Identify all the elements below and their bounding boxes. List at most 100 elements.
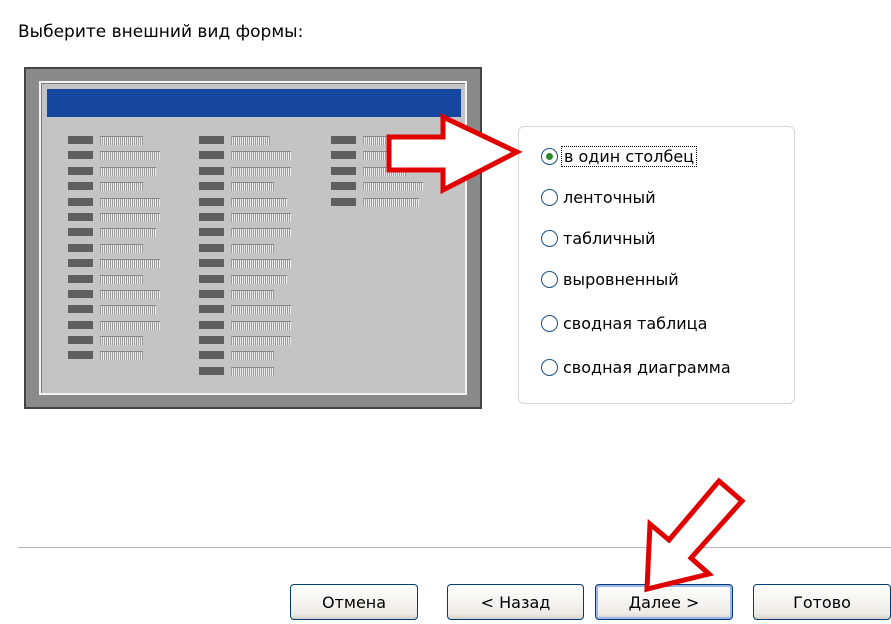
option-justified-label: выровненный — [563, 269, 679, 289]
preview-field-box — [363, 197, 419, 207]
preview-field-box — [100, 228, 156, 238]
option-pivot-chart-label: сводная диаграмма — [563, 357, 731, 377]
preview-field-label — [68, 351, 93, 360]
back-button[interactable]: < Назад — [447, 584, 584, 620]
preview-form-header — [47, 89, 461, 117]
preview-field-label — [199, 151, 224, 160]
preview-field-box — [363, 136, 402, 145]
preview-field-box — [100, 182, 143, 192]
option-datasheet[interactable]: табличный — [541, 226, 658, 250]
preview-field-label — [199, 305, 224, 314]
finish-button[interactable]: Готово — [753, 584, 891, 620]
layout-prompt-label: Выберите внешний вид формы: — [18, 22, 304, 42]
preview-field-box — [231, 336, 291, 346]
preview-field-box — [231, 305, 291, 315]
preview-field-label — [331, 182, 356, 191]
preview-field-label — [199, 259, 224, 268]
preview-field-label — [68, 320, 93, 329]
preview-field-label — [199, 243, 224, 252]
option-columnar-label: в один столбец — [561, 145, 698, 167]
preview-field-box — [100, 136, 143, 145]
preview-field-label — [199, 351, 224, 360]
preview-field-box — [231, 366, 274, 376]
preview-field-box — [100, 289, 160, 299]
preview-field-box — [231, 136, 270, 145]
layout-options-group: в один столбец ленточный табличный выров… — [518, 126, 795, 404]
form-layout-preview — [24, 67, 482, 409]
pointer-arrow-down-left-icon — [644, 477, 746, 593]
preview-field-label — [68, 243, 93, 252]
option-tabular-strip-label: ленточный — [563, 187, 656, 207]
preview-field-label — [331, 151, 356, 160]
preview-field-box — [231, 274, 287, 284]
cancel-button[interactable]: Отмена — [290, 584, 418, 620]
next-button[interactable]: Далее > — [595, 584, 733, 620]
preview-field-label — [199, 320, 224, 329]
preview-field-box — [100, 259, 160, 269]
option-pivot-chart[interactable]: сводная диаграмма — [541, 355, 733, 379]
preview-field-box — [231, 289, 274, 299]
preview-field-label — [199, 212, 224, 221]
preview-field-label — [331, 166, 356, 175]
preview-field-label — [199, 336, 224, 345]
preview-field-label — [68, 151, 93, 160]
preview-field-label — [199, 228, 224, 237]
radio-pivot-chart[interactable] — [541, 358, 558, 376]
preview-field-box — [231, 351, 274, 361]
preview-field-box — [100, 351, 143, 361]
preview-field-box — [100, 274, 143, 284]
preview-field-label — [68, 212, 93, 221]
preview-field-label — [199, 166, 224, 175]
preview-field-label — [331, 197, 356, 206]
preview-field-label — [199, 197, 224, 206]
preview-field-label — [68, 182, 93, 191]
radio-tabular-strip[interactable] — [541, 188, 558, 206]
button-area-divider — [18, 547, 891, 549]
preview-field-box — [231, 259, 291, 269]
option-justified[interactable]: выровненный — [541, 267, 681, 291]
preview-field-box — [231, 228, 291, 238]
preview-field-box — [100, 243, 143, 253]
radio-justified[interactable] — [541, 270, 558, 288]
radio-pivot-table[interactable] — [541, 314, 558, 332]
option-pivot-table-label: сводная таблица — [563, 313, 708, 333]
preview-field-box — [231, 182, 274, 192]
preview-field-box — [231, 212, 291, 222]
preview-field-label — [68, 228, 93, 237]
preview-form-body — [39, 81, 467, 395]
preview-field-label — [68, 336, 93, 345]
preview-field-label — [199, 366, 224, 375]
preview-field-box — [100, 305, 156, 315]
preview-field-label — [68, 197, 93, 206]
preview-field-box — [100, 212, 160, 222]
option-tabular-strip[interactable]: ленточный — [541, 185, 658, 209]
preview-field-label — [331, 136, 356, 144]
preview-field-box — [231, 243, 274, 253]
option-pivot-table[interactable]: сводная таблица — [541, 311, 709, 335]
preview-field-box — [363, 151, 423, 161]
preview-field-box — [100, 320, 160, 330]
radio-datasheet[interactable] — [541, 229, 558, 247]
preview-field-box — [363, 182, 423, 192]
preview-field-box — [100, 166, 156, 176]
preview-field-label — [199, 136, 224, 144]
preview-field-box — [231, 197, 287, 207]
option-columnar[interactable]: в один столбец — [541, 144, 698, 168]
preview-field-label — [68, 289, 93, 298]
preview-field-label — [199, 274, 224, 283]
option-datasheet-label: табличный — [563, 228, 656, 248]
preview-field-box — [100, 151, 160, 161]
preview-field-box — [231, 151, 291, 161]
radio-columnar[interactable] — [541, 147, 558, 165]
preview-field-label — [68, 166, 93, 175]
preview-field-label — [199, 289, 224, 298]
preview-field-label — [68, 305, 93, 314]
preview-field-box — [100, 197, 160, 207]
preview-field-label — [68, 274, 93, 283]
preview-field-label — [68, 259, 93, 268]
preview-field-label — [199, 182, 224, 191]
preview-field-box — [363, 166, 406, 176]
preview-field-box — [231, 166, 291, 176]
preview-field-label — [68, 136, 93, 144]
preview-field-box — [231, 320, 291, 330]
